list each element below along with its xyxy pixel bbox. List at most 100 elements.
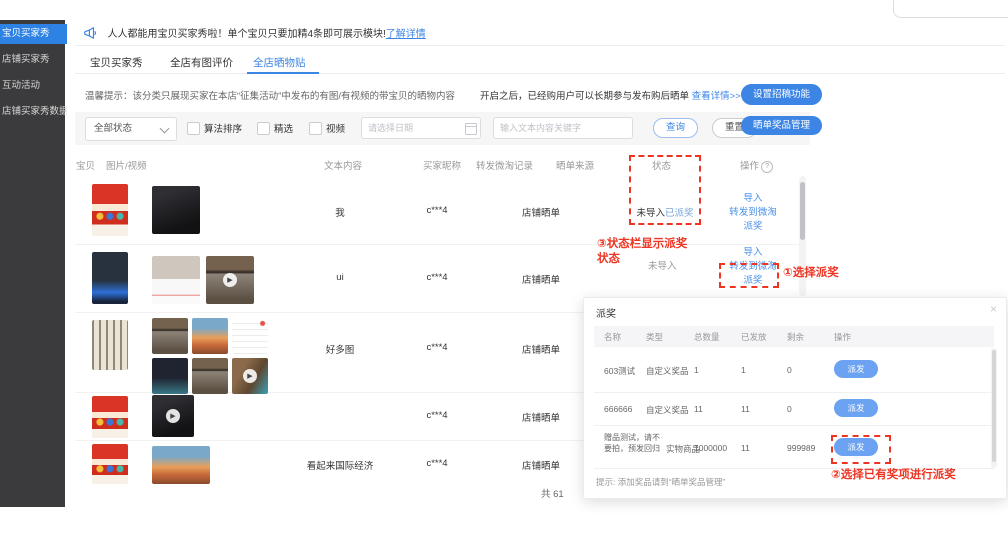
tabs-divider bbox=[75, 73, 1005, 74]
active-tab-underline bbox=[247, 72, 319, 74]
media-thumbnail[interactable] bbox=[152, 358, 188, 394]
media-thumbnail[interactable]: ▶ bbox=[152, 395, 194, 437]
checkbox-algorithm-sort[interactable]: 算法排序 bbox=[187, 121, 242, 135]
divider bbox=[594, 392, 994, 393]
m-col-type: 类型 bbox=[646, 331, 663, 343]
col-header-action-label: 操作 bbox=[740, 161, 759, 172]
media-thumbnail[interactable] bbox=[152, 446, 210, 484]
sidebar-item-buyer-show-data[interactable]: 店铺买家秀数据 bbox=[0, 102, 67, 122]
prize-total: 11 bbox=[694, 404, 703, 414]
pagination-total: 共 61 bbox=[541, 486, 564, 500]
prize-type: 自定义奖品 bbox=[646, 365, 689, 377]
annotation-box-dispatch bbox=[831, 435, 891, 464]
text-content-cell: 看起来国际经济 bbox=[270, 458, 410, 472]
notice-text: 温馨提示：该分类只展现买家在本店“征集活动”中发布的有图/有视频的带宝贝的晒物内… bbox=[85, 88, 455, 102]
checkbox-icon[interactable] bbox=[257, 122, 270, 135]
text-content-cell: ui bbox=[280, 272, 400, 283]
keyword-input[interactable] bbox=[493, 117, 633, 139]
annotation-box-send-prize bbox=[719, 263, 779, 288]
tab-shop-photo-reviews[interactable]: 全店有图评价 bbox=[170, 55, 233, 70]
tab-baobei-buyer-show[interactable]: 宝贝买家秀 bbox=[90, 55, 143, 70]
buyer-nickname-cell: c***4 bbox=[407, 272, 467, 283]
checkbox-icon[interactable] bbox=[187, 122, 200, 135]
dialog-title: 派奖 bbox=[596, 305, 616, 320]
col-header-media: 图片/视频 bbox=[106, 158, 147, 172]
buyer-nickname-cell: c***4 bbox=[407, 410, 467, 421]
scrollbar-thumb[interactable] bbox=[800, 182, 805, 240]
checkbox-label: 精选 bbox=[274, 121, 293, 135]
filter-bar: 全部状态 算法排序 精选 视频 查询 重置 bbox=[75, 112, 810, 145]
dispatch-button[interactable]: 派发 bbox=[834, 360, 878, 378]
sidebar-item-baobei-buyer-show[interactable]: 宝贝买家秀 bbox=[0, 24, 67, 44]
divider bbox=[594, 425, 994, 426]
prize-management-button[interactable]: 晒单奖品管理 bbox=[741, 116, 822, 135]
forward-weitao-link[interactable]: 转发到微淘 bbox=[722, 206, 784, 220]
product-thumbnail[interactable] bbox=[92, 252, 128, 304]
media-thumbnail[interactable] bbox=[152, 256, 200, 304]
popup-fragment bbox=[893, 0, 1008, 18]
play-icon: ▶ bbox=[166, 409, 180, 423]
checkbox-icon[interactable] bbox=[309, 122, 322, 135]
prize-issued: 1 bbox=[741, 365, 746, 375]
source-cell: 店铺晒单 bbox=[511, 342, 571, 356]
media-thumbnail[interactable]: ▶ bbox=[206, 256, 254, 304]
prize-name: 666666 bbox=[604, 404, 632, 414]
annotation-step3: ③状态栏显示派奖状态 bbox=[597, 237, 695, 267]
prize-total: 1000000 bbox=[694, 443, 727, 453]
search-button[interactable]: 查询 bbox=[653, 118, 698, 138]
sidebar-item-shop-buyer-show[interactable]: 店铺买家秀 bbox=[0, 50, 67, 70]
col-header-action: 操作? bbox=[740, 158, 773, 173]
checkbox-label: 视频 bbox=[326, 121, 345, 135]
play-icon: ▶ bbox=[243, 369, 257, 383]
text-content-cell: 好多图 bbox=[280, 342, 400, 356]
banner-detail-link[interactable]: 了解详情 bbox=[386, 29, 426, 40]
calendar-icon[interactable] bbox=[465, 123, 477, 135]
sidebar-item-interactive-activity[interactable]: 互动活动 bbox=[0, 76, 67, 96]
checkbox-featured[interactable]: 精选 bbox=[257, 121, 293, 135]
tab-shop-show-posts[interactable]: 全店晒物贴 bbox=[253, 55, 306, 70]
m-col-total: 总数量 bbox=[694, 331, 720, 343]
dispatch-button[interactable]: 派发 bbox=[834, 399, 878, 417]
media-thumbnail[interactable]: ▶ bbox=[232, 358, 268, 394]
col-header-forward: 转发微淘记录 bbox=[476, 158, 533, 172]
prize-issued: 11 bbox=[741, 443, 750, 453]
date-input[interactable] bbox=[361, 117, 481, 139]
scrollbar-thumb[interactable] bbox=[992, 350, 996, 462]
scrollbar[interactable] bbox=[991, 348, 997, 468]
sidebar: 宝贝买家秀 店铺买家秀 互动活动 店铺买家秀数据 bbox=[0, 20, 65, 507]
media-thumbnail[interactable] bbox=[192, 358, 228, 394]
buyer-nickname-cell: c***4 bbox=[407, 205, 467, 216]
checkbox-video[interactable]: 视频 bbox=[309, 121, 345, 135]
close-icon[interactable]: × bbox=[990, 302, 997, 316]
view-detail-link[interactable]: 查看详情>> bbox=[692, 91, 741, 102]
prize-type: 自定义奖品 bbox=[646, 404, 689, 416]
m-col-name: 名称 bbox=[604, 331, 621, 343]
app-window: 宝贝买家秀 店铺买家秀 互动活动 店铺买家秀数据 人人都能用宝贝买家秀啦！单个宝… bbox=[0, 0, 1008, 533]
media-thumbnail[interactable] bbox=[232, 318, 268, 354]
product-thumbnail[interactable] bbox=[92, 444, 128, 484]
col-header-text: 文本内容 bbox=[324, 158, 362, 172]
media-thumbnail[interactable] bbox=[152, 318, 188, 354]
m-col-remain: 剩余 bbox=[787, 331, 804, 343]
play-icon: ▶ bbox=[223, 273, 237, 287]
chevron-down-icon bbox=[160, 124, 170, 134]
media-thumbnail[interactable] bbox=[192, 318, 228, 354]
prize-remain: 999989 bbox=[787, 443, 815, 453]
m-col-issued: 已发放 bbox=[741, 331, 767, 343]
prize-remain: 0 bbox=[787, 404, 792, 414]
prize-name: 603测试 bbox=[604, 365, 635, 377]
product-thumbnail[interactable] bbox=[92, 184, 128, 236]
col-header-buyer: 买家昵称 bbox=[423, 158, 461, 172]
import-link[interactable]: 导入 bbox=[722, 246, 784, 260]
product-thumbnail[interactable] bbox=[92, 320, 128, 370]
import-link[interactable]: 导入 bbox=[722, 192, 784, 206]
source-cell: 店铺晒单 bbox=[511, 272, 571, 286]
open-after-label: 开启之后，已经购用户可以长期参与发布购后晒单 bbox=[480, 91, 689, 102]
status-select[interactable]: 全部状态 bbox=[85, 117, 177, 141]
annotation-step2: ②选择已有奖项进行派奖 bbox=[831, 468, 961, 483]
help-icon[interactable]: ? bbox=[761, 161, 773, 173]
send-prize-link[interactable]: 派奖 bbox=[722, 220, 784, 234]
setup-solicitation-button[interactable]: 设置招稿功能 bbox=[741, 84, 822, 105]
media-thumbnail[interactable] bbox=[152, 186, 200, 234]
product-thumbnail[interactable] bbox=[92, 396, 128, 438]
